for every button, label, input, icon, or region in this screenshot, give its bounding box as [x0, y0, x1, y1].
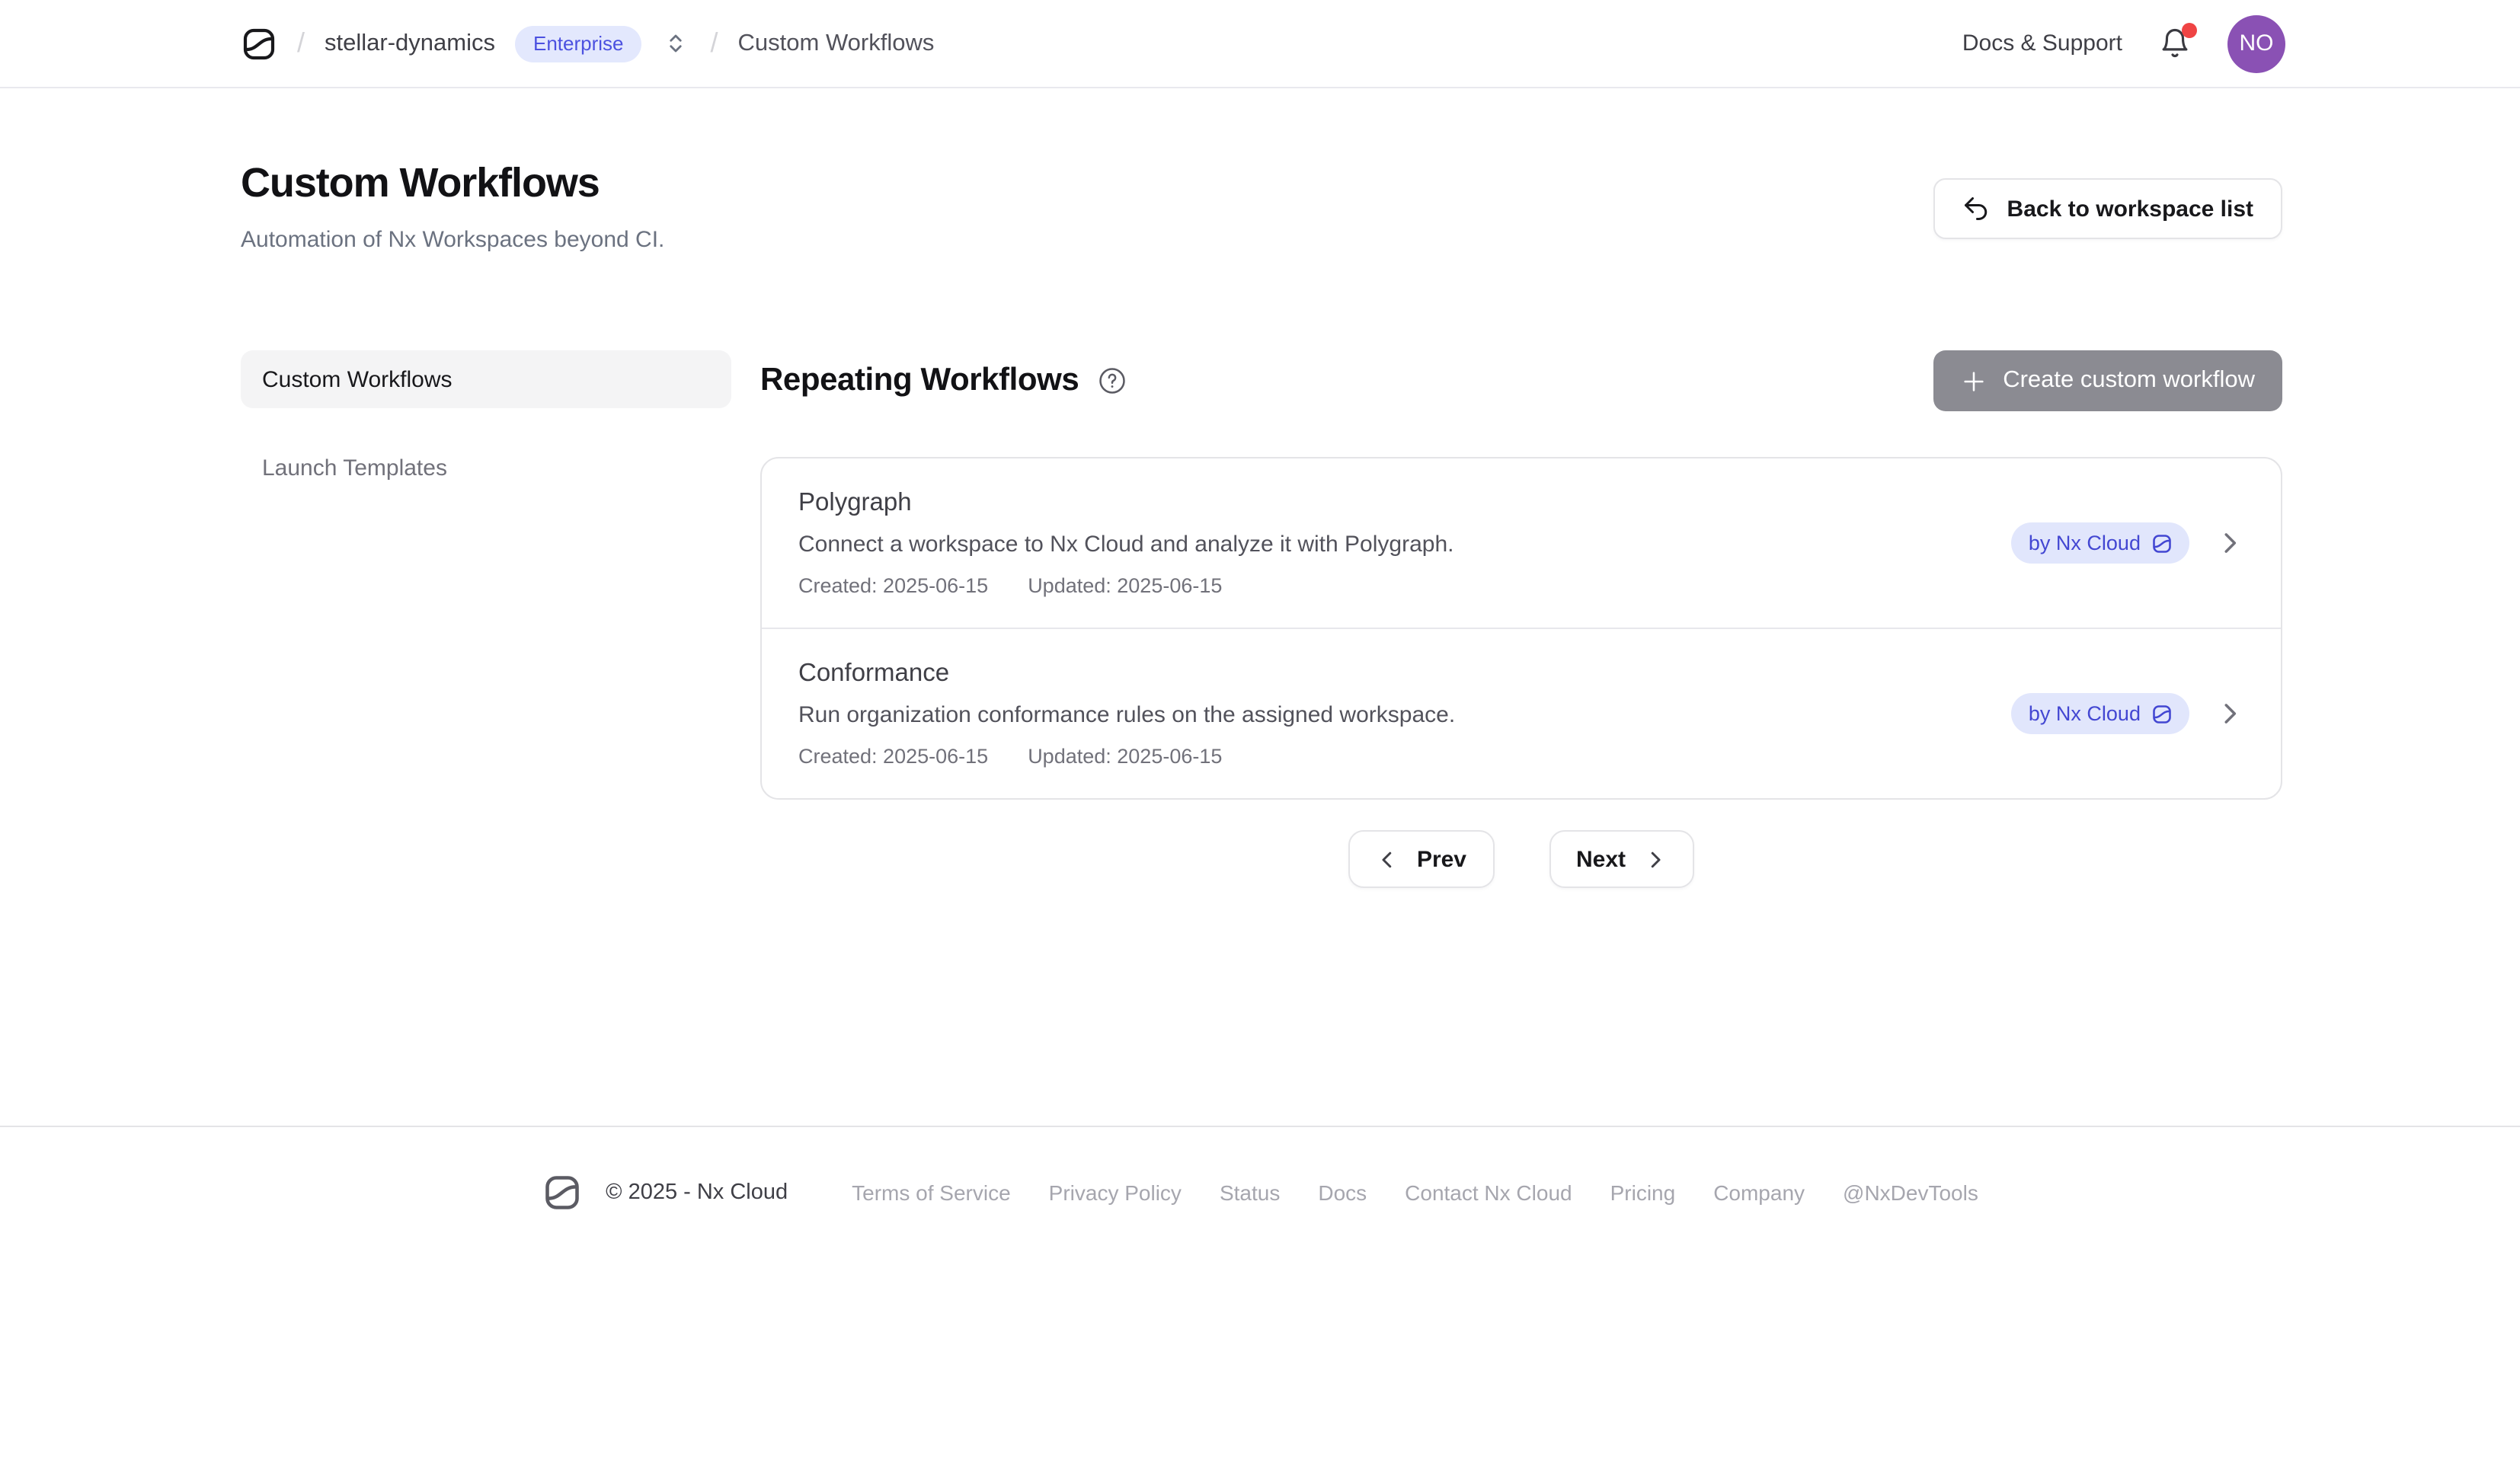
nx-cloud-logo-icon	[2151, 703, 2173, 724]
create-custom-workflow-button[interactable]: Create custom workflow	[1933, 350, 2282, 411]
breadcrumb-separator: /	[711, 27, 718, 59]
workflow-name: Polygraph	[798, 486, 2012, 521]
footer: © 2025 - Nx Cloud Terms of Service Priva…	[0, 1126, 2520, 1479]
page: / stellar-dynamics Enterprise / Custom W…	[0, 0, 2520, 1479]
sidebar-item-label: Custom Workflows	[262, 366, 453, 392]
nx-cloud-logo-icon	[2151, 532, 2173, 554]
copyright-text: © 2025 - Nx Cloud	[606, 1180, 788, 1205]
sidebar-item-label: Launch Templates	[262, 455, 447, 481]
workflow-updated: Updated: 2025-06-15	[1028, 743, 1222, 771]
nx-cloud-logo-icon	[542, 1173, 581, 1212]
badge-label: by Nx Cloud	[2029, 532, 2141, 554]
page-header: Custom Workflows Automation of Nx Worksp…	[241, 157, 2282, 256]
footer-link-contact[interactable]: Contact Nx Cloud	[1405, 1180, 1572, 1205]
footer-link-company[interactable]: Company	[1713, 1180, 1805, 1205]
footer-link-docs[interactable]: Docs	[1318, 1180, 1367, 1205]
arrow-uturn-left-icon	[1963, 195, 1991, 222]
next-label: Next	[1576, 846, 1626, 872]
pagination: Prev Next	[760, 830, 2282, 888]
breadcrumb-separator: /	[297, 27, 305, 59]
back-button-label: Back to workspace list	[2007, 196, 2253, 222]
notifications-button[interactable]	[2159, 27, 2191, 59]
top-nav: / stellar-dynamics Enterprise / Custom W…	[0, 0, 2520, 88]
chevron-left-icon	[1376, 848, 1399, 870]
footer-link-terms[interactable]: Terms of Service	[852, 1180, 1011, 1205]
workflow-name: Conformance	[798, 656, 2012, 692]
by-nx-cloud-badge[interactable]: by Nx Cloud	[2012, 693, 2189, 734]
chevron-up-down-icon	[665, 32, 688, 55]
breadcrumb-current-page: Custom Workflows	[738, 30, 935, 57]
user-avatar[interactable]: NO	[2227, 14, 2285, 72]
plan-badge: Enterprise	[515, 25, 642, 62]
chevron-right-icon[interactable]	[2215, 529, 2244, 557]
nx-cloud-logo-icon[interactable]	[241, 25, 277, 62]
next-page-button[interactable]: Next	[1549, 830, 1694, 888]
back-to-workspace-list-button[interactable]: Back to workspace list	[1934, 178, 2282, 239]
top-nav-actions: Docs & Support NO	[1962, 14, 2285, 72]
workflows-card: Polygraph Connect a workspace to Nx Clou…	[760, 457, 2282, 800]
page-subtitle: Automation of Nx Workspaces beyond CI.	[241, 224, 664, 256]
footer-link-nxdevtools[interactable]: @NxDevTools	[1843, 1180, 1978, 1205]
footer-link-pricing[interactable]: Pricing	[1610, 1180, 1676, 1205]
workflow-updated: Updated: 2025-06-15	[1028, 573, 1222, 600]
create-button-label: Create custom workflow	[2003, 367, 2255, 395]
breadcrumb: / stellar-dynamics Enterprise / Custom W…	[241, 25, 934, 62]
sidebar-item-custom-workflows[interactable]: Custom Workflows	[241, 350, 731, 408]
chevron-right-icon	[1644, 848, 1667, 870]
workflow-row-conformance[interactable]: Conformance Run organization conformance…	[762, 628, 2281, 798]
footer-link-privacy[interactable]: Privacy Policy	[1049, 1180, 1182, 1205]
workflow-created: Created: 2025-06-15	[798, 743, 988, 771]
workflow-row-polygraph[interactable]: Polygraph Connect a workspace to Nx Clou…	[762, 458, 2281, 628]
chevron-right-icon[interactable]	[2215, 699, 2244, 728]
prev-page-button[interactable]: Prev	[1348, 830, 1494, 888]
workspace-name[interactable]: stellar-dynamics	[325, 30, 495, 57]
badge-label: by Nx Cloud	[2029, 702, 2141, 725]
help-icon[interactable]	[1099, 367, 1126, 395]
plus-icon	[1960, 368, 1986, 394]
footer-links: Terms of Service Privacy Policy Status D…	[852, 1180, 1978, 1205]
docs-support-link[interactable]: Docs & Support	[1962, 30, 2122, 56]
workflows-section: Repeating Workflows	[760, 350, 2282, 888]
sidebar-item-launch-templates[interactable]: Launch Templates	[241, 439, 731, 497]
by-nx-cloud-badge[interactable]: by Nx Cloud	[2012, 522, 2189, 564]
page-title: Custom Workflows	[241, 157, 664, 209]
footer-link-status[interactable]: Status	[1220, 1180, 1280, 1205]
workspace-switcher-button[interactable]	[662, 29, 691, 58]
main-content: Custom Workflows Automation of Nx Worksp…	[0, 88, 2282, 1126]
settings-sidebar: Custom Workflows Launch Templates	[241, 350, 731, 888]
workflow-description: Run organization conformance rules on th…	[798, 699, 2012, 731]
section-heading: Repeating Workflows	[760, 363, 1079, 399]
workflow-description: Connect a workspace to Nx Cloud and anal…	[798, 529, 2012, 561]
notification-dot	[2182, 23, 2197, 38]
prev-label: Prev	[1417, 846, 1466, 872]
workflow-created: Created: 2025-06-15	[798, 573, 988, 600]
